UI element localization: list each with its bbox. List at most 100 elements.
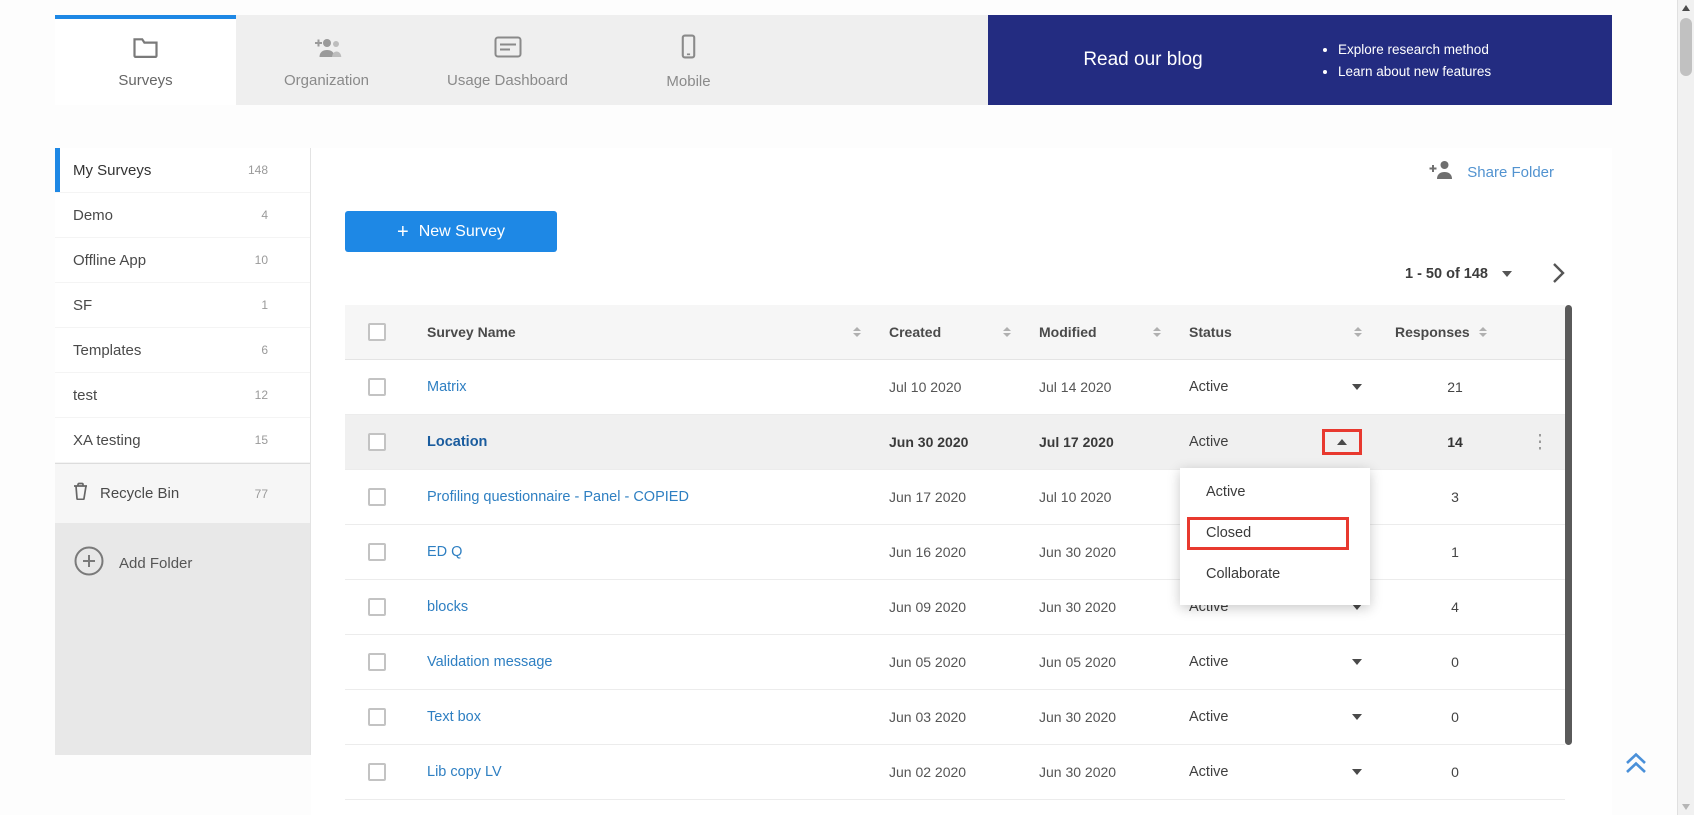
select-all-cell — [345, 323, 409, 341]
page-range-caret-icon[interactable] — [1502, 271, 1512, 277]
status-cell: Active — [1189, 654, 1395, 670]
row-checkbox[interactable] — [368, 433, 386, 451]
responses-cell: 0 — [1395, 654, 1515, 670]
sidebar: My Surveys148Demo4Offline App10SF1Templa… — [55, 148, 311, 755]
responses-cell: 21 — [1395, 379, 1515, 395]
responses-cell: 0 — [1395, 709, 1515, 725]
row-checkbox-cell — [345, 763, 409, 781]
add-folder-label: Add Folder — [119, 555, 192, 572]
row-checkbox[interactable] — [368, 488, 386, 506]
column-header-survey-name[interactable]: Survey Name — [409, 324, 889, 340]
status-caret-down-icon[interactable] — [1352, 714, 1362, 720]
sidebar-item-test[interactable]: test12 — [55, 373, 310, 418]
status-cell: Active — [1189, 379, 1395, 395]
pagination: 1 - 50 of 148 — [1405, 256, 1565, 292]
modified-cell: Jun 30 2020 — [1039, 764, 1189, 780]
status-option-closed[interactable]: Closed — [1180, 513, 1370, 554]
row-checkbox-cell — [345, 433, 409, 451]
responses-cell: 14 — [1395, 434, 1515, 450]
status-label: Active — [1189, 764, 1229, 780]
sort-icon[interactable] — [1479, 327, 1487, 337]
column-header-modified[interactable]: Modified — [1039, 324, 1189, 340]
banner-bullet: Explore research method — [1338, 42, 1491, 57]
tab-organization[interactable]: Organization — [236, 15, 417, 105]
scrollbar-thumb[interactable] — [1680, 18, 1692, 76]
row-menu-icon[interactable]: ⋮ — [1531, 432, 1550, 453]
share-folder-label: Share Folder — [1467, 164, 1554, 181]
responses-cell: 0 — [1395, 764, 1515, 780]
tab-mobile[interactable]: Mobile — [598, 15, 779, 105]
status-caret-down-icon[interactable] — [1352, 384, 1362, 390]
row-checkbox[interactable] — [368, 598, 386, 616]
survey-name-link[interactable]: ED Q — [427, 544, 462, 560]
survey-table: Survey Name Created Modified Status Resp… — [345, 305, 1565, 800]
row-checkbox-cell — [345, 488, 409, 506]
status-option-label: Collaborate — [1180, 554, 1370, 595]
row-menu-cell: ⋮ — [1515, 431, 1565, 454]
annotation-red-box — [1322, 429, 1362, 455]
status-caret-up-icon[interactable] — [1337, 439, 1347, 445]
survey-name-link[interactable]: Location — [427, 434, 487, 450]
organization-icon — [311, 36, 343, 63]
next-page-button[interactable] — [1552, 262, 1565, 287]
row-checkbox-cell — [345, 543, 409, 561]
sort-icon[interactable] — [853, 327, 861, 337]
scroll-up-icon[interactable] — [1682, 5, 1690, 11]
new-survey-button[interactable]: + New Survey — [345, 211, 557, 252]
sidebar-item-sf[interactable]: SF1 — [55, 283, 310, 328]
modified-cell: Jul 17 2020 — [1039, 434, 1189, 450]
banner-bullet-list: Explore research method Learn about new … — [1338, 35, 1491, 86]
banner-bullet: Learn about new features — [1338, 64, 1491, 79]
column-label: Survey Name — [427, 324, 516, 340]
add-folder-button[interactable]: Add Folder — [55, 538, 310, 588]
page-scrollbar[interactable] — [1677, 0, 1694, 815]
survey-name-link[interactable]: Text box — [427, 709, 481, 725]
survey-name-link[interactable]: Matrix — [427, 379, 466, 395]
share-folder-button[interactable]: Share Folder — [1428, 160, 1554, 184]
folder-count: 6 — [261, 343, 268, 357]
row-checkbox[interactable] — [368, 378, 386, 396]
tab-usage-dashboard[interactable]: Usage Dashboard — [417, 15, 598, 105]
back-to-top-button[interactable] — [1622, 750, 1650, 781]
survey-name-link[interactable]: Validation message — [427, 654, 552, 670]
column-header-status[interactable]: Status — [1189, 324, 1395, 340]
survey-name-link[interactable]: blocks — [427, 599, 468, 615]
folder-icon — [132, 36, 159, 63]
folder-label: Templates — [73, 342, 141, 359]
column-header-created[interactable]: Created — [889, 324, 1039, 340]
person-add-icon — [1428, 160, 1455, 184]
page: Surveys Organization Usage Dashboard — [0, 0, 1694, 815]
tab-surveys[interactable]: Surveys — [55, 15, 236, 105]
status-option-active[interactable]: Active — [1180, 472, 1370, 513]
sort-icon[interactable] — [1003, 327, 1011, 337]
row-checkbox[interactable] — [368, 653, 386, 671]
sidebar-item-demo[interactable]: Demo4 — [55, 193, 310, 238]
table-row: Validation messageJun 05 2020Jun 05 2020… — [345, 635, 1565, 690]
row-checkbox[interactable] — [368, 543, 386, 561]
sidebar-item-recycle-bin[interactable]: Recycle Bin 77 — [55, 463, 310, 523]
survey-name-link[interactable]: Lib copy LV — [427, 764, 502, 780]
sort-icon[interactable] — [1153, 327, 1161, 337]
status-cell: Active — [1189, 709, 1395, 725]
table-scrollbar[interactable] — [1565, 305, 1572, 745]
survey-name-link[interactable]: Profiling questionnaire - Panel - COPIED — [427, 489, 689, 505]
sidebar-item-offline-app[interactable]: Offline App10 — [55, 238, 310, 283]
select-all-checkbox[interactable] — [368, 323, 386, 341]
scroll-down-icon[interactable] — [1682, 804, 1690, 810]
status-option-collaborate[interactable]: Collaborate — [1180, 554, 1370, 595]
row-checkbox[interactable] — [368, 708, 386, 726]
status-caret-down-icon[interactable] — [1352, 659, 1362, 665]
blog-banner[interactable]: Read our blog Explore research method Le… — [988, 15, 1612, 105]
sidebar-item-xa-testing[interactable]: XA testing15 — [55, 418, 310, 463]
row-checkbox-cell — [345, 598, 409, 616]
sort-icon[interactable] — [1354, 327, 1362, 337]
dashboard-icon — [494, 36, 522, 63]
sidebar-item-templates[interactable]: Templates 6 — [55, 328, 310, 373]
trash-icon — [73, 482, 88, 505]
table-row: Lib copy LVJun 02 2020Jun 30 2020Active0 — [345, 745, 1565, 800]
column-header-responses[interactable]: Responses — [1395, 324, 1515, 340]
modified-cell: Jun 30 2020 — [1039, 709, 1189, 725]
status-caret-down-icon[interactable] — [1352, 769, 1362, 775]
row-checkbox[interactable] — [368, 763, 386, 781]
sidebar-item-my-surveys[interactable]: My Surveys148 — [55, 148, 310, 193]
